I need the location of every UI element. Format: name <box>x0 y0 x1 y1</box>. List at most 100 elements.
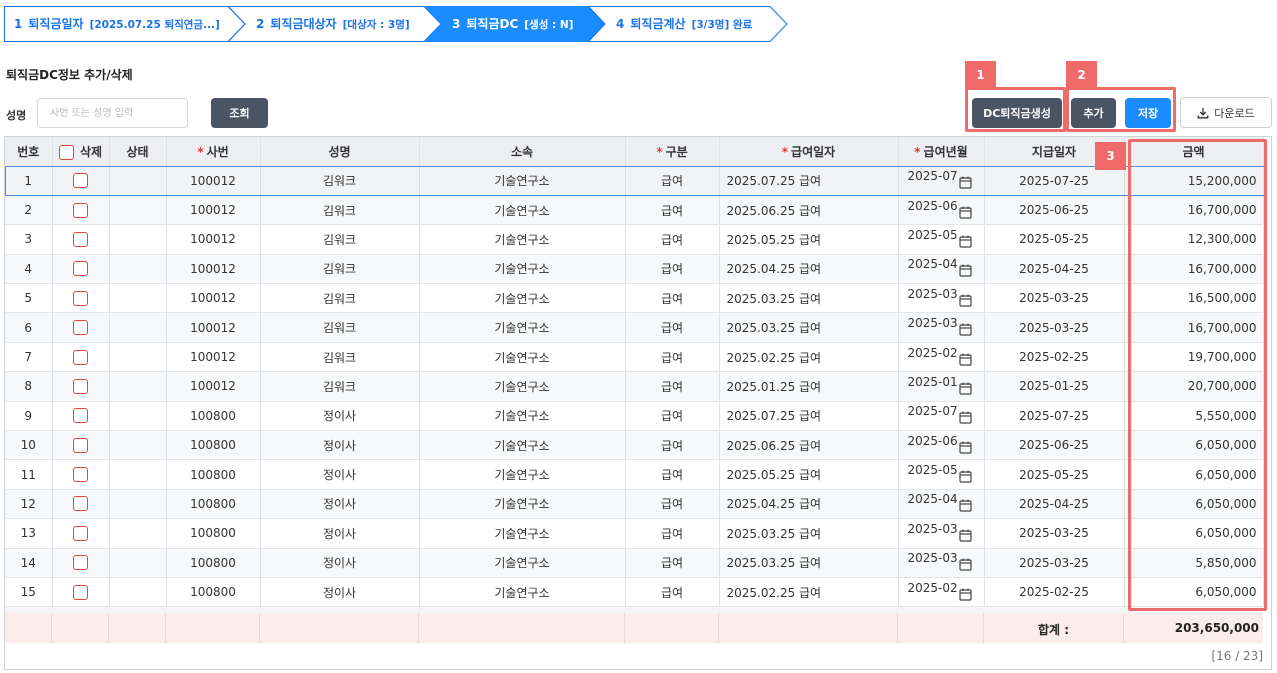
amount[interactable]: 16,700,000 <box>1124 195 1264 226</box>
pay-month-cell[interactable]: 2025-02 <box>898 342 985 373</box>
table-row[interactable]: 1 100012 김워크 기술연구소 급여 2025.07.25 급여 2025-07 202… <box>5 166 1264 196</box>
amount[interactable]: 20,700,000 <box>1124 371 1264 402</box>
column-header[interactable]: * 급여년월 <box>898 137 985 167</box>
calendar-icon[interactable] <box>958 323 972 339</box>
calendar-icon[interactable] <box>958 206 972 222</box>
payment-date[interactable]: 2025-04-25 <box>984 254 1125 285</box>
table-row[interactable]: 7 100012 김워크 기술연구소 급여 2025.02.25 급여 2025-02 202… <box>5 342 1264 373</box>
delete-checkbox[interactable] <box>73 378 88 394</box>
pay-type[interactable]: 급여 <box>625 312 720 343</box>
dc-generate-button[interactable]: DC퇴직금생성 <box>972 98 1062 128</box>
pay-date[interactable]: 2025.04.25 급여 <box>719 254 899 285</box>
delete-checkbox[interactable] <box>73 525 88 541</box>
employee-name[interactable]: 김워크 <box>260 371 420 402</box>
department[interactable]: 기술연구소 <box>419 283 626 314</box>
delete-checkbox[interactable] <box>73 555 88 571</box>
amount[interactable]: 6,050,000 <box>1124 489 1264 520</box>
step-4[interactable]: 4 퇴직금계산 [3/3명] 완료 <box>588 6 788 42</box>
payment-date[interactable]: 2025-03-25 <box>984 548 1125 578</box>
department[interactable]: 기술연구소 <box>419 371 626 402</box>
calendar-icon[interactable] <box>958 411 972 427</box>
column-header[interactable]: 소속 <box>419 137 626 167</box>
select-all-checkbox[interactable] <box>58 144 74 160</box>
calendar-icon[interactable] <box>958 382 972 398</box>
pay-date[interactable]: 2025.06.25 급여 <box>719 195 899 226</box>
pay-type[interactable]: 급여 <box>625 283 720 314</box>
pay-date[interactable]: 2025.05.25 급여 <box>719 459 899 490</box>
payment-date[interactable]: 2025-03-25 <box>984 283 1125 314</box>
department[interactable]: 기술연구소 <box>419 254 626 285</box>
amount[interactable]: 6,050,000 <box>1124 430 1264 461</box>
pay-month-cell[interactable]: 2025-01 <box>898 371 985 402</box>
pay-type[interactable]: 급여 <box>625 489 720 520</box>
employee-number[interactable]: 100800 <box>166 548 261 578</box>
pay-month-cell[interactable]: 2025-07 <box>898 166 985 196</box>
delete-checkbox[interactable] <box>73 408 88 424</box>
pay-month-cell[interactable]: 2025-06 <box>898 430 985 461</box>
pay-date[interactable]: 2025.07.25 급여 <box>719 166 899 196</box>
department[interactable]: 기술연구소 <box>419 489 626 520</box>
employee-name[interactable]: 정이사 <box>260 577 420 608</box>
payment-date[interactable]: 2025-04-25 <box>984 489 1125 520</box>
delete-checkbox[interactable] <box>73 437 88 453</box>
pay-date[interactable]: 2025.07.25 급여 <box>719 401 899 432</box>
calendar-icon[interactable] <box>958 176 972 192</box>
amount[interactable]: 6,050,000 <box>1124 577 1264 608</box>
table-row[interactable]: 13 100800 정이사 기술연구소 급여 2025.03.25 급여 2025-03 20… <box>5 518 1264 549</box>
employee-number[interactable]: 100012 <box>166 166 261 196</box>
table-row[interactable]: 14 100800 정이사 기술연구소 급여 2025.03.25 급여 2025-03 20… <box>5 548 1264 578</box>
pay-month-cell[interactable]: 2025-04 <box>898 489 985 520</box>
calendar-icon[interactable] <box>958 558 972 574</box>
department[interactable]: 기술연구소 <box>419 166 626 196</box>
employee-name[interactable]: 정이사 <box>260 401 420 432</box>
delete-checkbox[interactable] <box>73 261 88 277</box>
employee-number[interactable]: 100012 <box>166 283 261 314</box>
payment-date[interactable]: 2025-07-25 <box>984 166 1125 196</box>
employee-number[interactable]: 100800 <box>166 459 261 490</box>
employee-name[interactable]: 김워크 <box>260 166 420 196</box>
pay-month-cell[interactable]: 2025-06 <box>898 195 985 226</box>
delete-checkbox[interactable] <box>73 584 88 600</box>
download-button[interactable]: 다운로드 <box>1180 97 1272 128</box>
pay-date[interactable]: 2025.06.25 급여 <box>719 430 899 461</box>
amount[interactable]: 15,200,000 <box>1124 166 1264 196</box>
pay-month-cell[interactable]: 2025-05 <box>898 224 985 255</box>
delete-checkbox[interactable] <box>73 467 88 483</box>
department[interactable]: 기술연구소 <box>419 342 626 373</box>
amount[interactable]: 16,700,000 <box>1124 254 1264 285</box>
department[interactable]: 기술연구소 <box>419 224 626 255</box>
department[interactable]: 기술연구소 <box>419 430 626 461</box>
pay-date[interactable]: 2025.02.25 급여 <box>719 342 899 373</box>
table-row[interactable]: 5 100012 김워크 기술연구소 급여 2025.03.25 급여 2025-03 202… <box>5 283 1264 314</box>
column-header[interactable]: 삭제 <box>52 137 110 167</box>
column-header[interactable]: 상태 <box>109 137 167 167</box>
search-button[interactable]: 조회 <box>211 98 268 128</box>
department[interactable]: 기술연구소 <box>419 195 626 226</box>
pay-type[interactable]: 급여 <box>625 342 720 373</box>
department[interactable]: 기술연구소 <box>419 401 626 432</box>
column-header[interactable]: * 사번 <box>166 137 261 167</box>
calendar-icon[interactable] <box>958 470 972 486</box>
pay-month-cell[interactable]: 2025-04 <box>898 254 985 285</box>
employee-name[interactable]: 김워크 <box>260 254 420 285</box>
add-button[interactable]: 추가 <box>1071 98 1116 128</box>
employee-number[interactable]: 100800 <box>166 401 261 432</box>
pay-date[interactable]: 2025.05.25 급여 <box>719 224 899 255</box>
calendar-icon[interactable] <box>958 264 972 280</box>
table-row[interactable]: 12 100800 정이사 기술연구소 급여 2025.04.25 급여 2025-04 20… <box>5 489 1264 520</box>
department[interactable]: 기술연구소 <box>419 548 626 578</box>
department[interactable]: 기술연구소 <box>419 312 626 343</box>
pay-type[interactable]: 급여 <box>625 430 720 461</box>
employee-name[interactable]: 김워크 <box>260 283 420 314</box>
save-button[interactable]: 저장 <box>1125 98 1171 128</box>
step-2[interactable]: 2 퇴직금대상자 [대상자 : 3명] <box>228 6 442 42</box>
pay-type[interactable]: 급여 <box>625 548 720 578</box>
amount[interactable]: 6,050,000 <box>1124 518 1264 549</box>
amount[interactable]: 16,700,000 <box>1124 312 1264 343</box>
pay-month-cell[interactable]: 2025-07 <box>898 401 985 432</box>
pay-month-cell[interactable]: 2025-03 <box>898 548 985 578</box>
pay-type[interactable]: 급여 <box>625 459 720 490</box>
calendar-icon[interactable] <box>958 588 972 604</box>
employee-number[interactable]: 100800 <box>166 577 261 608</box>
pay-month-cell[interactable]: 2025-03 <box>898 312 985 343</box>
